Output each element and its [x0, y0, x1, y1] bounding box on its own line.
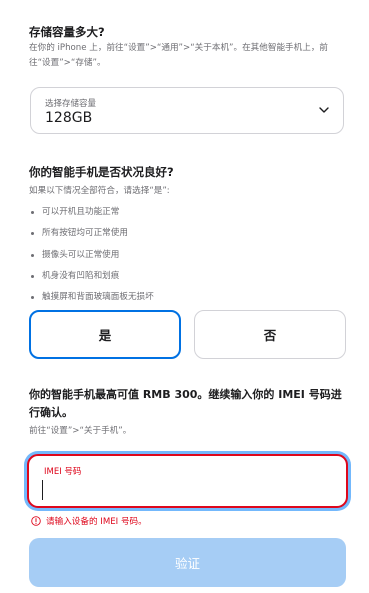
trade-in-form: 存储容量多大? 在你的 iPhone 上，前往“设置”>“通用”>“关于本机”。… [0, 0, 369, 593]
chevron-down-icon [319, 107, 329, 113]
imei-error-text: 请输入设备的 IMEI 号码。 [46, 517, 147, 527]
condition-no-button[interactable]: 否 [194, 310, 346, 359]
list-item: 触摸屏和背面玻璃面板无损坏 [30, 290, 154, 311]
storage-select-caption: 选择存储容量 [45, 99, 97, 109]
list-item-text: 触摸屏和背面玻璃面板无损坏 [42, 292, 154, 303]
bullet-dot [31, 211, 34, 214]
storage-hint: 在你的 iPhone 上，前往“设置”>“通用”>“关于本机”。在其他智能手机上… [29, 43, 329, 68]
list-item-text: 可以开机且功能正常 [42, 207, 120, 217]
error-circle-icon [31, 516, 41, 526]
verify-button[interactable]: 验证 [29, 538, 346, 587]
list-item: 所有按钮均可正常使用 [30, 226, 154, 247]
condition-question: 你的智能手机是否状况良好? [29, 165, 174, 179]
bullet-dot [31, 274, 34, 278]
list-item: 可以开机且功能正常 [30, 205, 154, 226]
trade-in-value-text: 你的智能手机最高可值 RMB 300。继续输入你的 IMEI 号码进行确认。 [29, 388, 342, 419]
bullet-dot [31, 296, 34, 300]
condition-list: 可以开机且功能正常 所有按钮均可正常使用 摄像头可以正常使用 机身没有凹陷和划痕… [30, 205, 154, 311]
imei-location-hint: 前往“设置”>“关于手机”。 [29, 426, 132, 436]
list-item-text: 机身没有凹陷和划痕 [42, 270, 120, 281]
condition-yes-button[interactable]: 是 [29, 310, 181, 359]
list-item-text: 摄像头可以正常使用 [42, 249, 120, 260]
condition-hint: 如果以下情况全部符合，请选择“是”: [29, 186, 170, 196]
list-item: 摄像头可以正常使用 [30, 248, 154, 269]
list-item: 机身没有凹陷和划痕 [30, 269, 154, 290]
imei-field[interactable]: IMEI 号码 [27, 454, 348, 508]
bullet-dot [31, 253, 34, 257]
storage-select[interactable]: 选择存储容量 128GB [30, 87, 344, 134]
imei-error: 请输入设备的 IMEI 号码。 [31, 515, 147, 527]
storage-select-value: 128GB [45, 110, 93, 126]
bullet-dot [31, 232, 34, 236]
imei-input[interactable] [42, 480, 337, 500]
list-item-text: 所有按钮均可正常使用 [42, 228, 128, 239]
storage-question: 存储容量多大? [29, 25, 105, 39]
imei-label: IMEI 号码 [44, 467, 82, 477]
